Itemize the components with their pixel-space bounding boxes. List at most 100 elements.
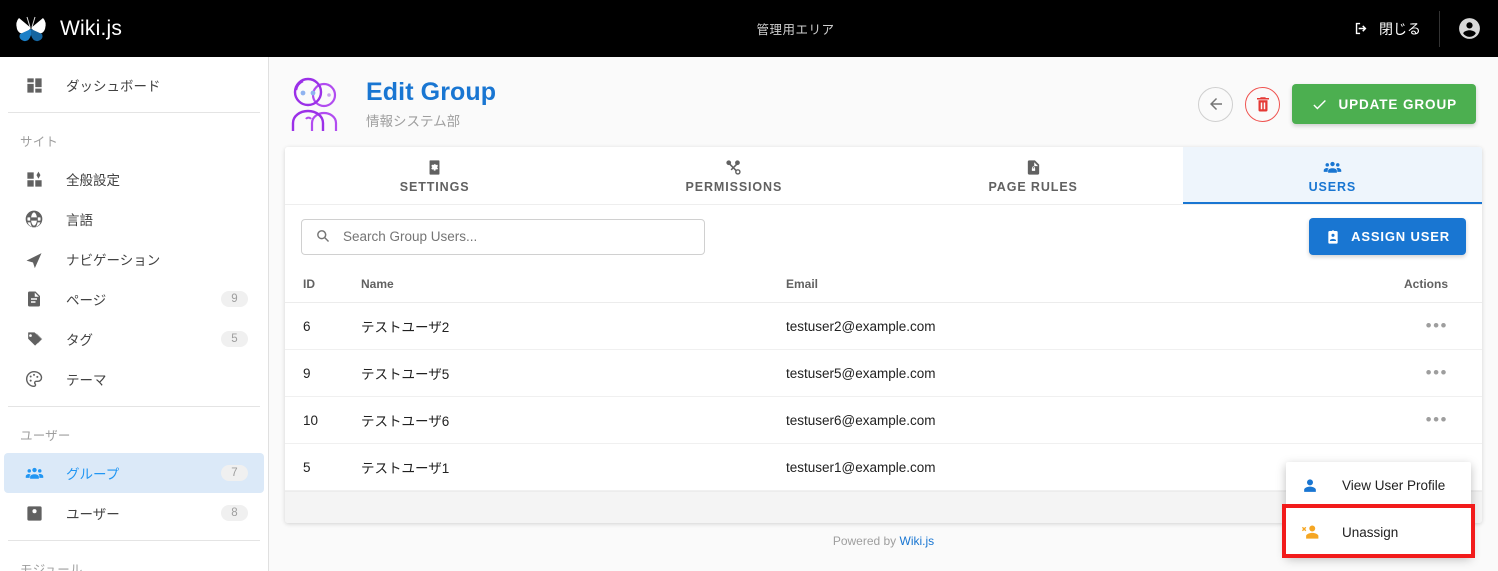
- tab-settings-label: SETTINGS: [399, 180, 470, 194]
- powered-by-text: Powered by: [832, 534, 900, 548]
- col-id: ID: [285, 268, 361, 303]
- sidebar-item-locale-label: 言語: [66, 213, 93, 228]
- table-row[interactable]: 6 テストユーザ2 testuser2@example.com •••: [285, 302, 1482, 350]
- account-group-icon: [1322, 157, 1343, 177]
- sidebar-item-groups[interactable]: グループ 7: [4, 453, 264, 493]
- page-titles: Edit Group 情報システム部: [366, 78, 1198, 130]
- sidebar-item-pages-badge: 9: [221, 291, 248, 307]
- account-minus-icon: [1300, 522, 1330, 543]
- row-context-menu: View User Profile Unassign: [1286, 462, 1471, 556]
- sidebar-divider-3: [8, 540, 260, 541]
- close-button-label: 閉じる: [1379, 20, 1421, 37]
- col-email: Email: [786, 268, 1370, 303]
- update-group-button[interactable]: UPDATE GROUP: [1292, 84, 1476, 124]
- page-header: Edit Group 情報システム部 UPDATE GROUP: [269, 57, 1498, 147]
- account-badge-icon: [1328, 229, 1338, 244]
- table-row[interactable]: 10 テストユーザ6 testuser6@example.com •••: [285, 396, 1482, 444]
- row-actions-menu-icon[interactable]: •••: [1426, 363, 1448, 382]
- file-lock-icon: [1025, 157, 1042, 177]
- sidebar-item-theme[interactable]: テーマ: [4, 359, 264, 399]
- sidebar-item-general[interactable]: 全般設定: [4, 159, 264, 199]
- sidebar-item-users-label: ユーザー: [66, 507, 120, 522]
- brand[interactable]: Wiki.js: [0, 14, 256, 44]
- globe-icon: [22, 207, 46, 231]
- cell-email: testuser5@example.com: [786, 349, 1370, 397]
- shuffle-variant-icon: [724, 157, 743, 177]
- cell-name: テストユーザ6: [361, 396, 786, 444]
- assign-user-button[interactable]: ASSIGN USER: [1309, 218, 1466, 255]
- sidebar-item-tags-label: タグ: [66, 333, 93, 348]
- table-header-row: ID Name Email Actions: [285, 268, 1482, 303]
- sidebar-divider-2: [8, 406, 260, 407]
- tab-page-rules[interactable]: PAGE RULES: [883, 147, 1183, 204]
- sidebar-item-dashboard[interactable]: ダッシュボード: [4, 65, 264, 105]
- people-group-icon: [291, 77, 338, 131]
- sidebar-item-navigation-label: ナビゲーション: [66, 253, 161, 268]
- sidebar-item-groups-badge: 7: [221, 465, 248, 481]
- admin-area-label: 管理用エリア: [756, 23, 835, 37]
- trash-can-icon: [1256, 97, 1269, 112]
- cell-email: testuser2@example.com: [786, 302, 1370, 350]
- sidebar-item-navigation[interactable]: ナビゲーション: [4, 239, 264, 279]
- top-bar: Wiki.js 管理用エリア 閉じる: [0, 0, 1498, 57]
- app-root: Wiki.js 管理用エリア 閉じる ダッシュボード サイト 全般設定 言語 ナ…: [0, 0, 1498, 571]
- back-button[interactable]: [1198, 86, 1234, 122]
- tab-settings[interactable]: SETTINGS: [285, 147, 585, 204]
- table-head: ID Name Email Actions: [285, 268, 1482, 303]
- wikijs-link[interactable]: Wiki.js: [900, 534, 935, 548]
- page-header-actions: UPDATE GROUP: [1198, 84, 1476, 124]
- dashboard-icon: [22, 73, 46, 97]
- cell-id: 5: [285, 443, 361, 491]
- page-title: Edit Group: [366, 78, 497, 106]
- topbar-right: 閉じる: [1335, 0, 1498, 57]
- search-input[interactable]: [343, 229, 691, 244]
- sidebar-item-general-label: 全般設定: [66, 173, 120, 188]
- cell-email: testuser6@example.com: [786, 396, 1370, 444]
- tab-page-rules-label: PAGE RULES: [988, 180, 1078, 194]
- cell-id: 9: [285, 349, 361, 397]
- page-subtitle: 情報システム部: [366, 114, 461, 129]
- col-name: Name: [361, 268, 786, 303]
- sidebar-item-locale[interactable]: 言語: [4, 199, 264, 239]
- cell-id: 6: [285, 302, 361, 350]
- search-group-users[interactable]: [301, 218, 705, 255]
- menu-item-view-user-profile[interactable]: View User Profile: [1286, 462, 1471, 509]
- cell-id: 10: [285, 396, 361, 444]
- magnify-icon: [317, 230, 330, 242]
- account-group-icon: [22, 461, 46, 485]
- tab-users[interactable]: USERS: [1182, 147, 1482, 204]
- row-actions-menu-icon[interactable]: •••: [1426, 410, 1448, 429]
- sidebar-item-theme-label: テーマ: [66, 373, 107, 388]
- cell-name: テストユーザ5: [361, 349, 786, 397]
- navigation-icon: [22, 247, 46, 271]
- arrow-left-icon: [1209, 98, 1222, 110]
- sidebar-caption-modules: モジュール: [20, 563, 83, 571]
- tab-users-label: USERS: [1308, 180, 1357, 194]
- sidebar-item-groups-label: グループ: [66, 467, 120, 482]
- account-circle-icon: [1458, 18, 1480, 39]
- cell-name: テストユーザ1: [361, 443, 786, 491]
- butterfly-icon: [16, 16, 46, 41]
- col-actions: Actions: [1370, 268, 1482, 303]
- tab-permissions[interactable]: PERMISSIONS: [584, 147, 884, 204]
- close-button[interactable]: 閉じる: [1335, 0, 1439, 57]
- sidebar-caption-users: ユーザー: [20, 429, 71, 443]
- tab-bar: SETTINGS PERMISSIONS PAGE RULES USERS: [285, 147, 1482, 205]
- cog-icon: [426, 157, 443, 177]
- menu-item-view-user-profile-label: View User Profile: [1342, 478, 1446, 493]
- sidebar-item-tags[interactable]: タグ 5: [4, 319, 264, 359]
- sidebar-item-pages[interactable]: ページ 9: [4, 279, 264, 319]
- tag-icon: [22, 327, 46, 351]
- menu-item-unassign[interactable]: Unassign: [1286, 509, 1471, 556]
- sidebar-item-pages-label: ページ: [66, 293, 107, 308]
- sidebar-item-users[interactable]: ユーザー 8: [4, 493, 264, 533]
- delete-button[interactable]: [1245, 86, 1281, 122]
- users-toolbar: ASSIGN USER: [285, 205, 1482, 268]
- account-button[interactable]: [1440, 0, 1498, 57]
- tab-permissions-label: PERMISSIONS: [685, 180, 783, 194]
- settings-grid-icon: [22, 167, 46, 191]
- table-row[interactable]: 9 テストユーザ5 testuser5@example.com •••: [285, 349, 1482, 397]
- update-group-label: UPDATE GROUP: [1338, 96, 1457, 112]
- row-actions-menu-icon[interactable]: •••: [1426, 316, 1448, 335]
- group-users-table: ID Name Email Actions 6 テストユーザ2 testuser…: [285, 268, 1482, 491]
